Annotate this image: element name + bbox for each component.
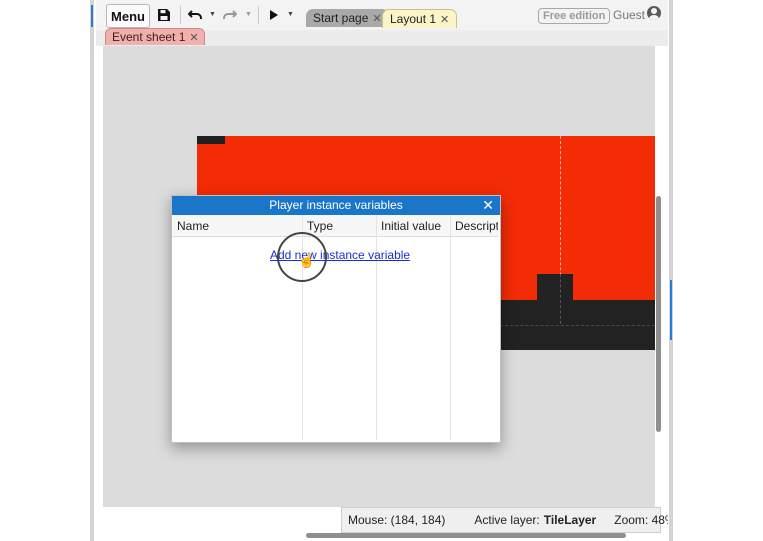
toolbar-separator — [180, 6, 181, 24]
column-header-description[interactable]: Descript — [450, 215, 498, 237]
save-button[interactable] — [154, 5, 174, 25]
redo-button[interactable] — [220, 5, 238, 25]
tab-layout-1[interactable]: Layout 1 ✕ — [382, 9, 457, 28]
undo-icon — [187, 10, 202, 19]
instance-variables-dialog: Player instance variables ✕ Name Type In… — [171, 195, 501, 443]
active-layer-value: TileLayer — [543, 513, 597, 527]
close-icon[interactable]: ✕ — [372, 12, 381, 25]
play-icon — [270, 10, 278, 20]
undo-button[interactable] — [186, 5, 204, 25]
preview-dropdown-chevron-icon[interactable]: ▼ — [287, 11, 294, 18]
active-layer-label: Active layer: — [474, 513, 540, 527]
toolbar-separator — [258, 6, 259, 24]
tab-start-page[interactable]: Start page ✕ — [306, 9, 389, 27]
menu-button[interactable]: Menu — [106, 4, 150, 28]
hand-pointer-icon: ☝ — [298, 252, 316, 268]
zoom-level: Zoom: 48% — [614, 513, 668, 527]
main-toolbar: Menu ▼ ▼ ▼ Start page ✕ Layout 1 ✕ Free … — [96, 0, 668, 30]
edition-badge[interactable]: Free edition — [538, 8, 611, 24]
column-header-name[interactable]: Name — [172, 215, 302, 237]
layout-canvas[interactable]: Player instance variables ✕ Name Type In… — [103, 46, 655, 507]
user-name[interactable]: Guest — [613, 8, 645, 22]
close-icon[interactable]: ✕ — [482, 196, 494, 215]
left-window-edge — [90, 0, 94, 541]
construct-editor: Menu ▼ ▼ ▼ Start page ✕ Layout 1 ✕ Free … — [96, 0, 668, 541]
dialog-title: Player instance variables — [172, 196, 500, 215]
horizontal-scrollbar[interactable] — [306, 533, 626, 538]
save-icon — [158, 9, 170, 21]
redo-icon — [222, 10, 237, 19]
undo-dropdown-chevron-icon[interactable]: ▼ — [209, 11, 216, 18]
mouse-position: Mouse: (184, 184) — [348, 513, 446, 527]
vertical-scrollbar[interactable] — [656, 196, 661, 432]
preview-button[interactable] — [266, 5, 282, 25]
tab-label: Start page — [313, 11, 369, 25]
tile-guide — [560, 274, 561, 324]
right-window-edge — [669, 0, 673, 541]
tab-label: Event sheet 1 — [112, 30, 186, 44]
layout-edge — [197, 136, 225, 144]
close-icon[interactable]: ✕ — [189, 31, 198, 44]
close-icon[interactable]: ✕ — [440, 13, 449, 26]
redo-dropdown-chevron-icon[interactable]: ▼ — [245, 11, 252, 18]
column-header-initial-value[interactable]: Initial value — [376, 215, 450, 237]
tab-label: Layout 1 — [390, 12, 437, 26]
status-bar: Mouse: (184, 184) Active layer: TileLaye… — [341, 507, 668, 533]
user-avatar-icon[interactable] — [647, 6, 661, 20]
tile-guide — [495, 325, 655, 326]
column-divider — [450, 215, 451, 440]
tab-event-sheet-1[interactable]: Event sheet 1 ✕ — [105, 28, 205, 45]
ground-tile-block[interactable] — [537, 274, 573, 300]
